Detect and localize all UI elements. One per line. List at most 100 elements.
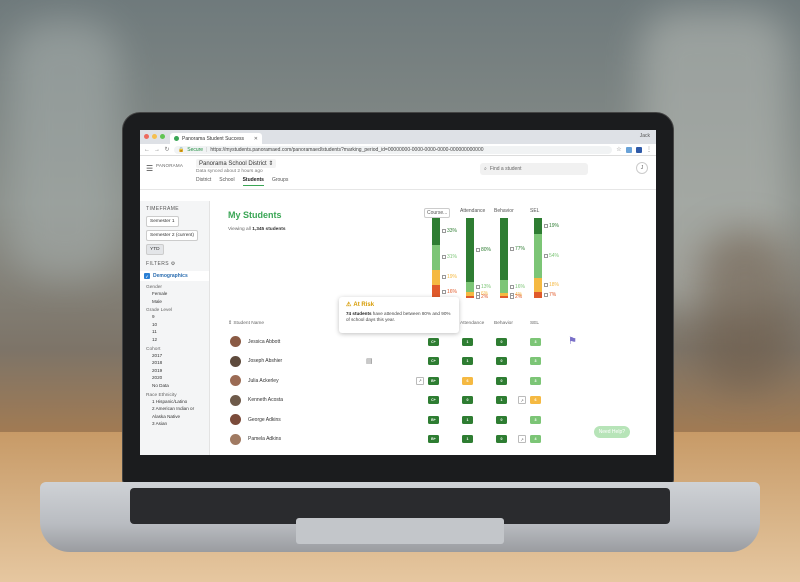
sel-cell[interactable]: 3 [530, 337, 541, 346]
sel-percent-label[interactable]: 18% [544, 282, 559, 288]
checkbox-icon[interactable] [476, 248, 480, 252]
col-student-name[interactable]: ⇕ Student Name [228, 321, 264, 326]
checkbox-icon[interactable] [544, 223, 548, 228]
timeframe-semester-1[interactable]: Semester 1 [146, 216, 179, 227]
back-icon[interactable]: ← [144, 147, 150, 153]
sel-bar-segment[interactable] [534, 277, 542, 293]
district-selector[interactable]: Panorama School District ⇕ [196, 159, 277, 168]
filter-option[interactable]: 2 American Indian or Alaska Native [146, 405, 203, 420]
course-stacked-bar[interactable] [432, 218, 440, 298]
checkbox-icon[interactable] [476, 295, 480, 300]
course-selector[interactable]: Course... [424, 208, 451, 218]
behavior-cell[interactable]: 1 [496, 396, 507, 404]
filter-option[interactable]: 2017 [146, 352, 203, 360]
behavior-cell[interactable]: 0 [496, 357, 507, 365]
course-percent-label[interactable]: 31% [442, 254, 457, 260]
timeframe-ytd[interactable]: YTD [146, 244, 164, 255]
attendance-cell[interactable]: 1 [462, 337, 473, 346]
behavior-percent-label[interactable]: 16% [510, 284, 525, 290]
hamburger-menu-icon[interactable]: ☰ [146, 164, 153, 173]
behavior-cell[interactable]: 0 [496, 337, 507, 346]
behavior-bar-segment[interactable] [500, 280, 508, 294]
table-row[interactable]: Pamela Adkins B+ 1 0 4 ↗ [210, 430, 656, 449]
checkbox-icon[interactable] [476, 285, 480, 290]
trend-up-icon[interactable]: ↗ [518, 396, 526, 404]
checkbox-icon[interactable] [442, 229, 446, 234]
attendance-percent-label[interactable]: 80% [476, 247, 491, 253]
reload-icon[interactable]: ↻ [164, 146, 170, 153]
sel-bar-segment[interactable] [534, 233, 542, 278]
need-help-button[interactable]: Need Help? [593, 426, 630, 438]
student-search-input[interactable]: ⌕ Find a student [480, 163, 588, 175]
grade-cell[interactable]: C+ [428, 357, 439, 365]
trend-up-icon[interactable]: ↗ [518, 435, 526, 443]
course-percent-label[interactable]: 33% [442, 228, 457, 234]
minimize-window-icon[interactable] [152, 134, 157, 139]
checkbox-icon[interactable] [442, 289, 446, 294]
attendance-percent-label[interactable]: 2% [476, 294, 488, 300]
panorama-logo[interactable]: PANORAMA [156, 163, 183, 168]
attendance-cell[interactable]: 1 [462, 357, 473, 365]
close-window-icon[interactable] [144, 134, 149, 139]
table-row[interactable]: Joseph Abshier C+ 1 0 3 ▤ [210, 352, 656, 371]
forward-icon[interactable]: → [154, 147, 160, 153]
filter-icon[interactable]: ⚙ [171, 261, 176, 267]
course-bar-segment[interactable] [432, 218, 440, 245]
filter-option[interactable]: 2019 [146, 367, 203, 375]
attendance-bar-segment[interactable] [466, 282, 474, 293]
browser-user[interactable]: Jack [640, 133, 650, 139]
trend-up-icon[interactable]: ↗ [416, 376, 424, 385]
behavior-cell[interactable]: 0 [496, 415, 507, 424]
attendance-bar-segment[interactable] [466, 218, 474, 282]
table-row[interactable]: Julia Ackerley B+ 6 0 3 ↗ [210, 371, 656, 390]
filter-option[interactable]: 1 Hispanic/Latino [146, 398, 203, 406]
url-field[interactable]: 🔒 Secure | https://mystudents.panoramaed… [174, 145, 612, 154]
grade-cell[interactable]: B+ [428, 376, 439, 385]
checkbox-icon[interactable] [510, 247, 514, 252]
attendance-cell[interactable]: 1 [462, 435, 473, 443]
checkbox-icon[interactable] [544, 253, 548, 258]
tab-school[interactable]: School [219, 177, 234, 186]
timeframe-semester-2[interactable]: Semester 2 (current) [146, 230, 198, 241]
course-percent-label[interactable]: 16% [442, 289, 457, 295]
grade-cell[interactable]: B+ [428, 435, 439, 443]
behavior-cell[interactable]: 0 [496, 376, 507, 385]
filter-option[interactable]: Female [146, 290, 203, 298]
tab-groups[interactable]: Groups [272, 177, 288, 186]
sel-bar-segment[interactable] [534, 218, 542, 234]
student-name[interactable]: Joseph Abshier [248, 358, 282, 364]
sel-stacked-bar[interactable] [534, 218, 542, 298]
filter-option[interactable]: Male [146, 298, 203, 306]
filter-option[interactable]: 10 [146, 321, 203, 329]
attendance-stacked-bar[interactable] [466, 218, 474, 298]
checkbox-icon[interactable] [442, 275, 446, 280]
checkbox-icon[interactable] [544, 282, 548, 287]
star-icon[interactable]: ☆ [616, 146, 622, 153]
student-name[interactable]: Kenneth Acosta [248, 397, 283, 403]
col-attendance[interactable]: Attendance [460, 321, 484, 326]
attendance-cell[interactable]: 6 [462, 376, 473, 385]
col-behavior[interactable]: Behavior [494, 321, 513, 326]
flag-icon[interactable]: ⚑ [568, 336, 577, 347]
course-bar-segment[interactable] [432, 269, 440, 286]
sel-cell[interactable]: 4 [530, 435, 541, 443]
menu-kebab-icon[interactable]: ⋮ [646, 146, 652, 153]
table-row[interactable]: Kenneth Acosta C+ 0 1 6 ↗ [210, 391, 656, 410]
tab-close-icon[interactable]: ✕ [254, 136, 258, 142]
attendance-cell[interactable]: 1 [462, 415, 473, 424]
sel-cell[interactable]: 3 [530, 357, 541, 365]
extension-icon[interactable] [626, 146, 632, 153]
sel-percent-label[interactable]: 7% [544, 292, 556, 298]
course-percent-label[interactable]: 19% [442, 274, 457, 280]
checkbox-checked-icon[interactable]: ✓ [144, 273, 150, 279]
course-bar-segment[interactable] [432, 244, 440, 270]
student-name[interactable]: Julia Ackerley [248, 378, 279, 384]
tab-district[interactable]: District [196, 177, 211, 186]
demographics-filter[interactable]: ✓ Demographics [140, 271, 209, 281]
checkbox-icon[interactable] [510, 284, 514, 289]
attendance-bar-segment[interactable] [466, 296, 474, 298]
filter-option[interactable]: 11 [146, 328, 203, 336]
sel-percent-label[interactable]: 54% [544, 253, 559, 259]
sel-cell[interactable]: 3 [530, 376, 541, 385]
behavior-percent-label[interactable]: 77% [510, 246, 525, 252]
